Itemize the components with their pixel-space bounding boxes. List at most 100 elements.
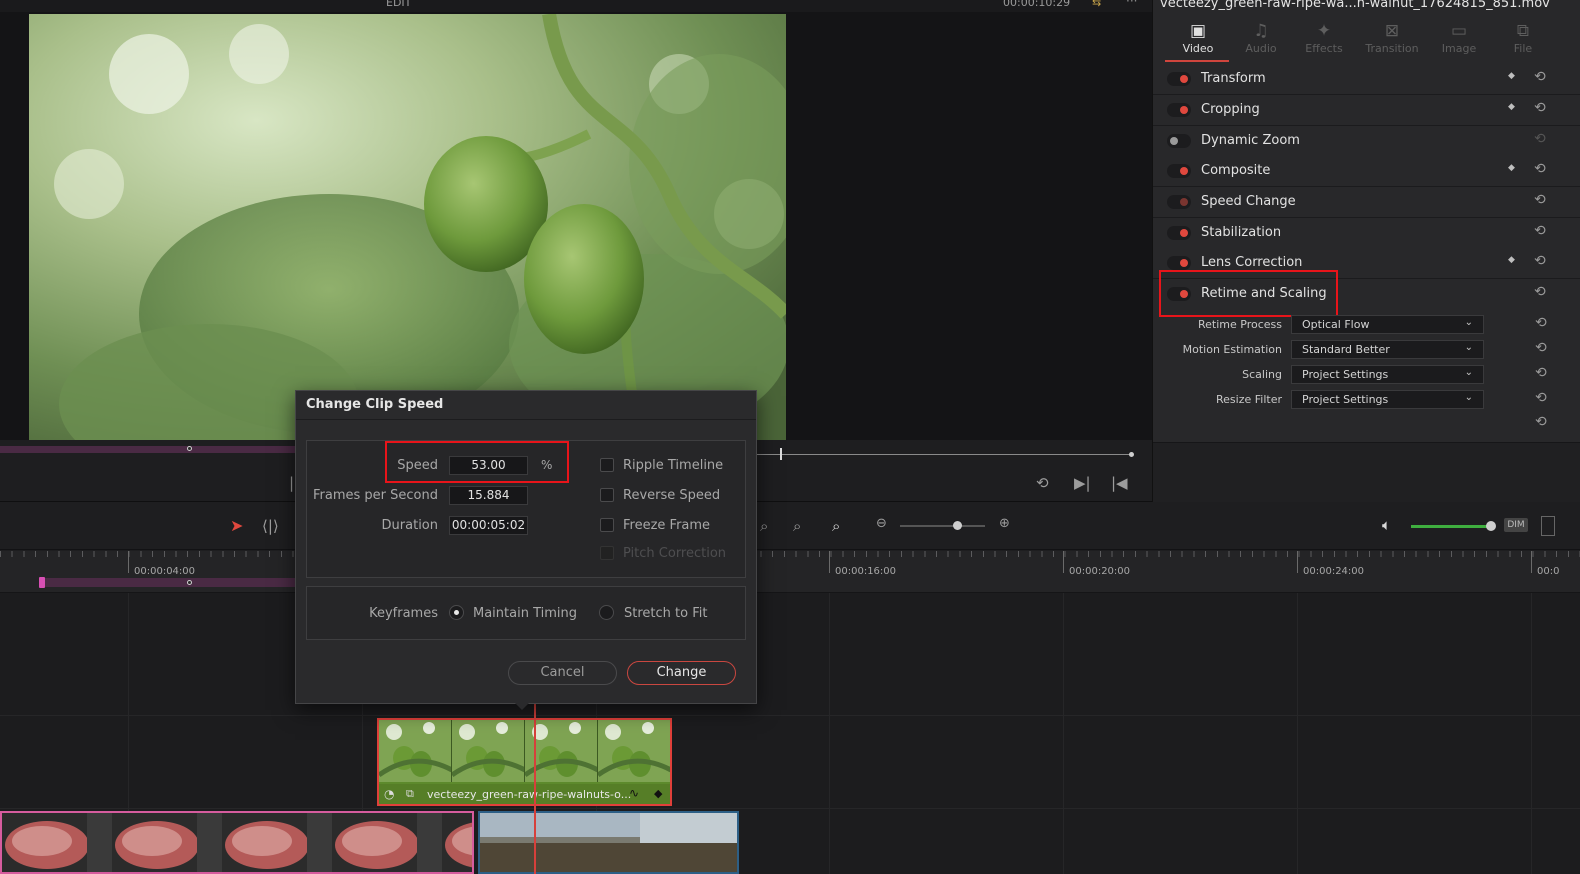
reset-icon[interactable]: ⟲	[1535, 315, 1547, 331]
reset-icon[interactable]: ⟲	[1535, 365, 1547, 381]
lens-correction-toggle[interactable]	[1167, 256, 1191, 270]
dynamic-zoom-toggle[interactable]	[1167, 134, 1191, 148]
reset-icon[interactable]: ⟲	[1534, 192, 1546, 208]
motion-estimation-label: Motion Estimation	[1182, 343, 1282, 356]
zoom-in-icon[interactable]: ⊕	[999, 516, 1010, 531]
more-options-icon[interactable]: ···	[1126, 0, 1137, 8]
keyframe-diamond-icon[interactable]: ◆	[1508, 255, 1515, 265]
composite-toggle[interactable]	[1167, 164, 1191, 178]
video-clip-meat[interactable]	[0, 811, 474, 874]
section-speed-change[interactable]: Speed Change ⟲	[1153, 187, 1580, 218]
inspector-clip-name: vecteezy_green-raw-ripe-wa...n-walnut_17…	[1160, 0, 1550, 11]
keyframe-diamond-icon[interactable]: ◆	[1508, 71, 1515, 81]
keyframe-diamond-icon[interactable]: ◆	[1508, 163, 1515, 173]
volume-slider-track[interactable]	[1411, 525, 1491, 528]
zoom-slider-knob[interactable]	[953, 521, 962, 530]
scrub-playhead[interactable]	[780, 448, 782, 460]
loop-icon[interactable]: ⟲	[1036, 474, 1049, 492]
volume-slider-knob[interactable]	[1486, 521, 1496, 531]
section-dynamic-zoom[interactable]: Dynamic Zoom ⟲	[1153, 126, 1580, 157]
selection-tool-icon[interactable]: ➤	[230, 516, 243, 535]
transform-toggle[interactable]	[1167, 72, 1191, 86]
tab-image[interactable]: ▭ Image	[1426, 20, 1492, 60]
scrub-range[interactable]	[0, 446, 300, 453]
freeze-frame-checkbox[interactable]	[600, 518, 614, 532]
stretch-to-fit-radio[interactable]	[599, 605, 614, 620]
cancel-button[interactable]: Cancel	[508, 661, 617, 685]
tab-file[interactable]: ⧉ File	[1490, 20, 1556, 60]
reset-icon[interactable]: ⟲	[1534, 131, 1546, 147]
scrub-track[interactable]	[757, 454, 1133, 455]
dialog-title: Change Clip Speed	[306, 397, 444, 412]
prev-clip-icon[interactable]: |◀	[1111, 474, 1128, 492]
section-label: Speed Change	[1201, 194, 1296, 209]
in-point-marker[interactable]	[39, 577, 45, 588]
section-transform[interactable]: Transform ◆ ⟲	[1153, 64, 1580, 95]
reset-icon[interactable]: ⟲	[1534, 100, 1546, 116]
scrub-end-marker[interactable]	[1129, 452, 1134, 457]
reset-icon[interactable]: ⟲	[1535, 390, 1547, 406]
next-clip-icon[interactable]: ▶|	[1074, 474, 1091, 492]
tab-audio[interactable]: ♫ Audio	[1228, 20, 1294, 60]
reset-icon[interactable]: ⟲	[1534, 161, 1546, 177]
scaling-label: Scaling	[1242, 368, 1282, 381]
trim-tool-icon[interactable]: ⟨|⟩	[262, 517, 279, 535]
prev-frame-icon[interactable]: |	[289, 474, 294, 492]
reset-all-icon[interactable]: ⟲	[1535, 414, 1547, 430]
in-out-range[interactable]	[40, 578, 300, 587]
ruler-label: 00:00:24:00	[1303, 566, 1365, 577]
section-stabilization[interactable]: Stabilization ⟲	[1153, 218, 1580, 249]
section-cropping[interactable]: Cropping ◆ ⟲	[1153, 95, 1580, 126]
tab-effects[interactable]: ✦ Effects	[1291, 20, 1357, 60]
ripple-timeline-label[interactable]: Ripple Timeline	[623, 458, 723, 473]
video-clip-field[interactable]	[478, 811, 739, 874]
dim-button[interactable]: DIM	[1504, 518, 1528, 532]
reset-icon[interactable]: ⟲	[1535, 340, 1547, 356]
curve-icon[interactable]: ∿	[629, 786, 639, 800]
ruler-marker[interactable]	[187, 580, 192, 585]
keyframe-icon[interactable]: ◆	[654, 787, 662, 800]
reset-icon[interactable]: ⟲	[1534, 253, 1546, 269]
zoom-out-icon[interactable]: ⊖	[876, 516, 887, 531]
motion-estimation-select[interactable]: Standard Better ⌄	[1291, 340, 1484, 359]
section-label: Transform	[1201, 71, 1266, 86]
stretch-to-fit-label[interactable]: Stretch to Fit	[624, 606, 707, 621]
reset-icon[interactable]: ⟲	[1534, 284, 1546, 300]
speed-change-toggle[interactable]	[1167, 195, 1191, 209]
zoom-full-icon[interactable]: ⌕	[760, 517, 768, 535]
timeline-playhead[interactable]	[534, 700, 536, 874]
scrub-marker[interactable]	[187, 446, 192, 451]
tab-transition-label: Transition	[1365, 42, 1419, 55]
reverse-speed-label[interactable]: Reverse Speed	[623, 488, 720, 503]
sync-icon[interactable]: ⇆	[1092, 0, 1101, 9]
meter-icon[interactable]	[1541, 516, 1555, 536]
change-button[interactable]: Change	[627, 661, 736, 685]
scaling-select[interactable]: Project Settings ⌄	[1291, 365, 1484, 384]
zoom-slider-track[interactable]	[900, 525, 985, 527]
speaker-icon[interactable]: 🔈︎	[1382, 516, 1391, 534]
retime-process-select[interactable]: Optical Flow ⌄	[1291, 315, 1484, 334]
freeze-frame-label[interactable]: Freeze Frame	[623, 518, 710, 533]
ruler-label: 00:0	[1537, 566, 1560, 577]
maintain-timing-radio[interactable]	[449, 605, 464, 620]
ripple-timeline-checkbox[interactable]	[600, 458, 614, 472]
tab-video[interactable]: ▣ Video	[1165, 20, 1231, 60]
fps-input[interactable]: 15.884	[449, 486, 528, 505]
section-label: Dynamic Zoom	[1201, 133, 1300, 148]
section-composite[interactable]: Composite ◆ ⟲	[1153, 156, 1580, 187]
resize-filter-select[interactable]: Project Settings ⌄	[1291, 390, 1484, 409]
tab-transition[interactable]: ⊠ Transition	[1359, 20, 1425, 60]
duration-input[interactable]: 00:00:05:02	[449, 516, 528, 535]
reset-icon[interactable]: ⟲	[1534, 69, 1546, 85]
reverse-speed-checkbox[interactable]	[600, 488, 614, 502]
zoom-detail-icon[interactable]: ⌕	[793, 517, 801, 535]
zoom-custom-icon[interactable]: ⌕	[832, 517, 840, 535]
keyframe-diamond-icon[interactable]: ◆	[1508, 102, 1515, 112]
viewer-mode-label[interactable]: EDIT	[386, 0, 411, 9]
stabilization-toggle[interactable]	[1167, 226, 1191, 240]
video-clip-walnuts[interactable]: ◔ ⧉ vecteezy_green-raw-ripe-walnuts-o...…	[377, 718, 672, 806]
reset-icon[interactable]: ⟲	[1534, 223, 1546, 239]
tab-file-label: File	[1513, 42, 1533, 55]
cropping-toggle[interactable]	[1167, 103, 1191, 117]
maintain-timing-label[interactable]: Maintain Timing	[473, 606, 577, 621]
